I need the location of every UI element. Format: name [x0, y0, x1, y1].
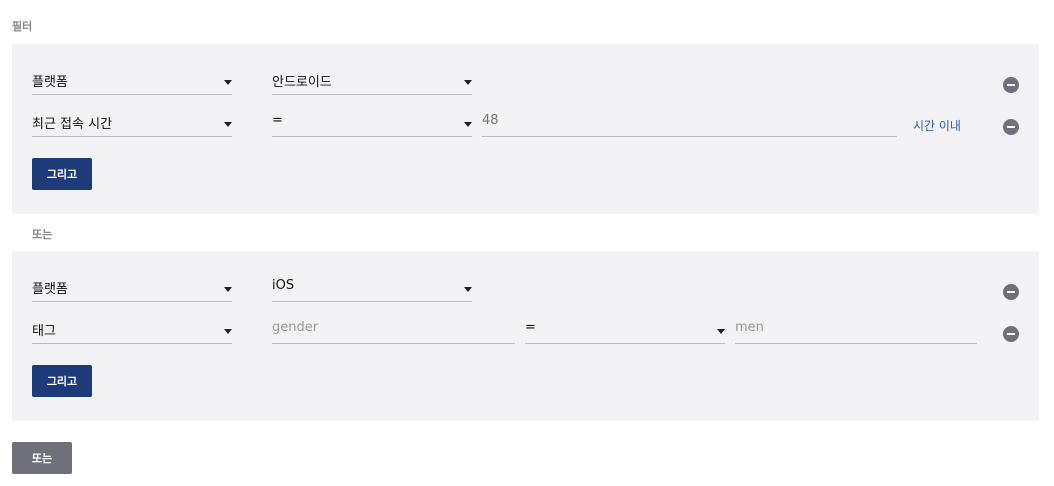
tag-key-placeholder: gender: [272, 320, 319, 335]
caret-down-icon: [464, 287, 472, 292]
remove-condition-button[interactable]: [1003, 326, 1019, 342]
add-and-condition-button[interactable]: 그리고: [32, 365, 92, 397]
unit-suffix-label: 시간 이내: [913, 119, 961, 133]
caret-down-icon: [224, 329, 232, 334]
caret-down-icon: [464, 80, 472, 85]
field-select-value: 플랫폼: [32, 75, 68, 90]
caret-down-icon: [224, 287, 232, 292]
value-select[interactable]: iOS: [272, 276, 472, 302]
value-input-text: 48: [482, 113, 499, 128]
tag-value-input[interactable]: men: [735, 318, 977, 344]
operator-select[interactable]: =: [525, 318, 725, 344]
field-select[interactable]: 태그: [32, 318, 232, 344]
caret-down-icon: [717, 329, 725, 334]
field-select-value: 태그: [32, 324, 56, 339]
value-input[interactable]: 48: [482, 111, 897, 137]
field-select-value: 플랫폼: [32, 282, 68, 297]
tag-key-input[interactable]: gender: [272, 318, 515, 344]
operator-select-value: =: [272, 113, 283, 128]
tag-value-placeholder: men: [735, 320, 764, 335]
field-select[interactable]: 플랫폼: [32, 276, 232, 302]
filter-group-1: 플랫폼 안드로이드 최근 접속 시간 = 48 시간 이내 그리고: [12, 44, 1039, 214]
value-select[interactable]: 안드로이드: [272, 69, 472, 95]
field-select[interactable]: 플랫폼: [32, 69, 232, 95]
caret-down-icon: [224, 80, 232, 85]
or-divider-label: 또는: [32, 228, 53, 241]
remove-condition-button[interactable]: [1003, 284, 1019, 300]
caret-down-icon: [464, 122, 472, 127]
caret-down-icon: [224, 122, 232, 127]
value-select-value: iOS: [272, 278, 295, 293]
add-and-condition-button[interactable]: 그리고: [32, 158, 92, 190]
remove-condition-button[interactable]: [1003, 119, 1019, 135]
filter-section-label: 필터: [12, 20, 33, 33]
operator-select[interactable]: =: [272, 111, 472, 137]
add-or-group-button[interactable]: 또는: [12, 442, 72, 474]
field-select-value: 최근 접속 시간: [32, 117, 113, 132]
field-select[interactable]: 최근 접속 시간: [32, 111, 232, 137]
operator-select-value: =: [525, 320, 536, 335]
value-select-value: 안드로이드: [272, 75, 332, 90]
remove-condition-button[interactable]: [1003, 77, 1019, 93]
filter-group-2: 플랫폼 iOS 태그 gender = men 그리고: [12, 251, 1039, 421]
